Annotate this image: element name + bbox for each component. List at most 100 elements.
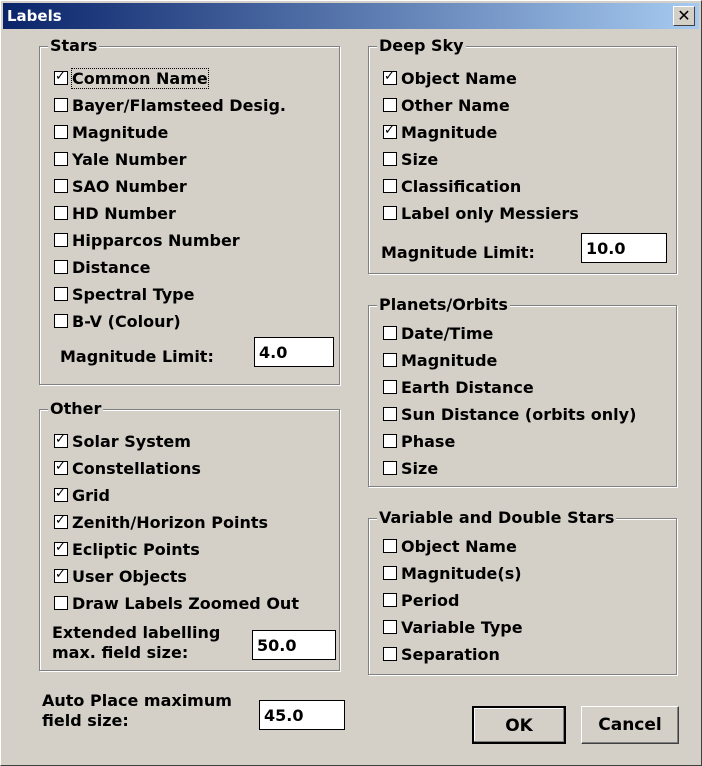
stars-checkbox-magnitude[interactable]: Magnitude (54, 121, 168, 143)
checked-box-icon[interactable] (54, 513, 68, 529)
unchecked-box-icon[interactable] (54, 233, 68, 247)
variable-checkbox-variable-type[interactable]: Variable Type (383, 616, 523, 638)
stars-checkbox-distance[interactable]: Distance (54, 256, 150, 278)
stars-checkbox-hipparcos-number[interactable]: Hipparcos Number (54, 229, 240, 251)
unchecked-box-icon[interactable] (383, 98, 397, 112)
unchecked-box-icon[interactable] (54, 596, 68, 610)
checkbox-label: Magnitude(s) (401, 563, 522, 583)
stars-checkbox-yale-number[interactable]: Yale Number (54, 148, 186, 170)
extended-labelling-input[interactable] (252, 630, 336, 660)
deepsky-checkbox-other-name[interactable]: Other Name (383, 94, 510, 116)
close-button[interactable]: ✕ (673, 6, 695, 26)
cancel-button[interactable]: Cancel (581, 706, 679, 744)
stars-checkbox-b-v-colour[interactable]: B-V (Colour) (54, 310, 181, 332)
checkbox-label: Size (401, 458, 439, 478)
deepsky-checkbox-magnitude[interactable]: Magnitude (383, 121, 497, 143)
checkbox-label: Magnitude (401, 350, 498, 370)
checked-box-icon[interactable] (54, 432, 68, 448)
stars-checkbox-bayer-flamsteed-desig[interactable]: Bayer/Flamsteed Desig. (54, 94, 286, 116)
auto-place-input[interactable] (259, 700, 345, 730)
unchecked-box-icon[interactable] (383, 326, 397, 340)
deepsky-checkbox-classification[interactable]: Classification (383, 175, 521, 197)
planets-checkbox-date-time[interactable]: Date/Time (383, 322, 493, 344)
unchecked-box-icon[interactable] (383, 206, 397, 220)
checked-box-icon[interactable] (54, 486, 68, 502)
checked-box-icon[interactable] (54, 69, 68, 85)
deep-sky-group: Deep Sky Magnitude Limit: Object Name Oth… (368, 36, 677, 274)
other-checkbox-zenith-horizon-points[interactable]: Zenith/Horizon Points (54, 511, 268, 533)
unchecked-box-icon[interactable] (383, 620, 397, 634)
title-bar: Labels ✕ (3, 3, 699, 29)
checkbox-label: Object Name (401, 536, 517, 556)
stars-checkbox-spectral-type[interactable]: Spectral Type (54, 283, 194, 305)
other-checkbox-grid[interactable]: Grid (54, 484, 110, 506)
unchecked-box-icon[interactable] (383, 380, 397, 394)
unchecked-box-icon[interactable] (383, 566, 397, 580)
checkbox-label: Period (401, 590, 460, 610)
variable-checkbox-separation[interactable]: Separation (383, 643, 500, 665)
planets-checkbox-phase[interactable]: Phase (383, 430, 455, 452)
unchecked-box-icon[interactable] (383, 179, 397, 193)
stars-checkbox-common-name[interactable]: Common Name (54, 67, 209, 89)
unchecked-box-icon[interactable] (383, 152, 397, 166)
dialog-title: Labels (7, 7, 62, 25)
checked-box-icon[interactable] (54, 459, 68, 475)
deep-sky-magnitude-limit-input[interactable] (581, 233, 667, 263)
unchecked-box-icon[interactable] (383, 353, 397, 367)
other-checkbox-ecliptic-points[interactable]: Ecliptic Points (54, 538, 200, 560)
checkbox-label: Yale Number (72, 149, 187, 169)
unchecked-box-icon[interactable] (54, 125, 68, 139)
unchecked-box-icon[interactable] (54, 314, 68, 328)
deepsky-checkbox-label-only-messiers[interactable]: Label only Messiers (383, 202, 579, 224)
checkbox-label: Variable Type (401, 617, 523, 637)
checked-box-icon[interactable] (383, 123, 397, 139)
planets-checkbox-earth-distance[interactable]: Earth Distance (383, 376, 534, 398)
planets-checkbox-sun-distance-orbits-only[interactable]: Sun Distance (orbits only) (383, 403, 636, 425)
ok-button[interactable]: OK (472, 706, 566, 744)
variable-checkbox-object-name[interactable]: Object Name (383, 535, 517, 557)
unchecked-box-icon[interactable] (383, 461, 397, 475)
checked-box-icon[interactable] (54, 540, 68, 556)
other-checkbox-solar-system[interactable]: Solar System (54, 430, 191, 452)
unchecked-box-icon[interactable] (383, 647, 397, 661)
other-group: Other Extended labelling max. field size:… (39, 399, 340, 671)
unchecked-box-icon[interactable] (54, 260, 68, 274)
unchecked-box-icon[interactable] (54, 179, 68, 193)
checkbox-label: Zenith/Horizon Points (72, 512, 268, 532)
unchecked-box-icon[interactable] (383, 434, 397, 448)
unchecked-box-icon[interactable] (54, 287, 68, 301)
deepsky-checkbox-size[interactable]: Size (383, 148, 438, 170)
auto-place-label: Auto Place maximum field size: (42, 691, 232, 731)
deepsky-checkbox-object-name[interactable]: Object Name (383, 67, 517, 89)
stars-checkbox-sao-number[interactable]: SAO Number (54, 175, 187, 197)
planets-orbits-group: Planets/Orbits Date/Time Magnitude Earth D… (368, 295, 677, 487)
checkbox-label: Phase (401, 431, 456, 451)
unchecked-box-icon[interactable] (383, 407, 397, 421)
other-checkbox-constellations[interactable]: Constellations (54, 457, 201, 479)
checkbox-label: Magnitude (72, 122, 169, 142)
checkbox-label: Bayer/Flamsteed Desig. (72, 95, 286, 115)
checkbox-label: Other Name (401, 95, 510, 115)
other-checkbox-user-objects[interactable]: User Objects (54, 565, 187, 587)
checkbox-label: Grid (72, 485, 110, 505)
checked-box-icon[interactable] (54, 567, 68, 583)
variable-double-stars-group: Variable and Double Stars Object Name Mag… (368, 508, 677, 675)
unchecked-box-icon[interactable] (54, 98, 68, 112)
checkbox-label: Constellations (72, 458, 201, 478)
other-legend: Other (48, 399, 104, 418)
other-checkbox-draw-labels-zoomed-out[interactable]: Draw Labels Zoomed Out (54, 592, 299, 614)
unchecked-box-icon[interactable] (54, 152, 68, 166)
variable-checkbox-period[interactable]: Period (383, 589, 459, 611)
stars-magnitude-limit-input[interactable] (254, 337, 334, 367)
variable-checkbox-magnitude-s[interactable]: Magnitude(s) (383, 562, 522, 584)
checkbox-label: SAO Number (72, 176, 187, 196)
variable-double-stars-legend: Variable and Double Stars (377, 508, 617, 527)
unchecked-box-icon[interactable] (383, 539, 397, 553)
stars-group: Stars Magnitude Limit: Common Name Bayer/… (39, 36, 340, 385)
unchecked-box-icon[interactable] (54, 206, 68, 220)
checked-box-icon[interactable] (383, 69, 397, 85)
stars-checkbox-hd-number[interactable]: HD Number (54, 202, 176, 224)
planets-checkbox-magnitude[interactable]: Magnitude (383, 349, 497, 371)
unchecked-box-icon[interactable] (383, 593, 397, 607)
planets-checkbox-size[interactable]: Size (383, 457, 438, 479)
